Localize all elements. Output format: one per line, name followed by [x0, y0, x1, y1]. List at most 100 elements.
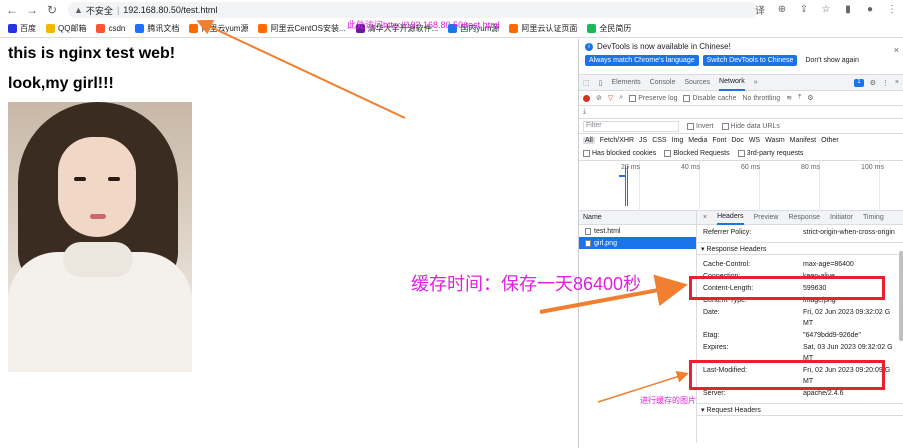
search-icon[interactable]: ⌕ — [619, 94, 623, 102]
tab-console[interactable]: Console — [650, 79, 676, 86]
bookmark-item[interactable]: 阿里云yum源 — [189, 23, 248, 34]
tab-initiator[interactable]: Initiator — [830, 214, 853, 221]
filter-icon[interactable]: ▽ — [608, 94, 613, 102]
url-input[interactable]: ▲ 不安全 | 192.168.80.50/test.html — [68, 2, 758, 18]
header-value: Fri, 02 Jun 2023 09:32:02 GMT — [803, 309, 891, 327]
request-headers-section[interactable]: ▾ Request Headers — [697, 403, 903, 416]
request-list: Name test.html girl.png — [579, 211, 697, 443]
type-filter-all[interactable]: All — [583, 137, 595, 144]
bookmark-favicon-icon — [96, 24, 106, 33]
girl-photo — [8, 102, 192, 372]
bookmark-favicon-icon — [509, 24, 519, 33]
download-icon[interactable]: ⤓ — [583, 108, 586, 116]
record-icon[interactable] — [583, 94, 590, 102]
type-filter-media[interactable]: Media — [688, 137, 707, 144]
bookmark-item[interactable]: 全民简历 — [587, 23, 631, 34]
network-settings-icon[interactable]: ⚙ — [807, 94, 813, 102]
toolbar-icons: 译 ⊕ ⇪ ☆ ▮ ● ⋮ — [753, 2, 899, 17]
scrollbar[interactable] — [899, 251, 903, 341]
network-toolbar-row2: ⤓ — [579, 106, 903, 119]
expires-highlight — [689, 360, 885, 390]
message-count-badge[interactable]: 1 — [854, 78, 864, 87]
close-detail-icon[interactable]: × — [703, 214, 707, 221]
dont-show-button[interactable]: Don't show again — [801, 55, 862, 66]
hide-data-urls-checkbox[interactable]: Hide data URLs — [721, 122, 780, 130]
preserve-log-checkbox[interactable]: Preserve log — [629, 94, 677, 102]
blocked-requests-checkbox[interactable]: Blocked Requests — [664, 150, 730, 157]
type-filter-js[interactable]: JS — [639, 137, 647, 144]
menu-icon[interactable]: ⋮ — [885, 2, 899, 16]
name-column-header[interactable]: Name — [579, 211, 696, 225]
response-headers-section[interactable]: ▾ Response Headers — [697, 242, 903, 255]
translate-icon[interactable]: 译 — [753, 2, 767, 17]
bookmark-favicon-icon — [46, 24, 55, 33]
forward-icon[interactable]: → — [24, 2, 40, 18]
tab-response[interactable]: Response — [788, 214, 820, 221]
wifi-icon[interactable]: ≋ — [786, 94, 792, 102]
timeline-tick: 60 ms — [741, 164, 761, 171]
timeline-tick: 100 ms — [861, 164, 884, 171]
zoom-icon[interactable]: ⊕ — [775, 2, 789, 16]
bookmark-label: 阿里云CentOS安装... — [270, 24, 346, 33]
type-filter-font[interactable]: Font — [712, 137, 726, 144]
kebab-menu-icon[interactable]: ⋮ — [882, 79, 889, 87]
address-bar: ← → ↻ ▲ 不安全 | 192.168.80.50/test.html 译 … — [0, 0, 903, 20]
device-icon[interactable]: ▯ — [599, 79, 603, 87]
header-value: max-age=86400 — [803, 261, 854, 268]
share-icon[interactable]: ⇪ — [797, 2, 811, 16]
type-filter-doc[interactable]: Doc — [731, 137, 743, 144]
tab-preview[interactable]: Preview — [754, 214, 779, 221]
filter-input[interactable]: Filter — [583, 120, 679, 132]
profile-icon[interactable]: ● — [863, 2, 877, 16]
clear-icon[interactable]: ⊘ — [596, 94, 602, 102]
url-text: 192.168.80.50/test.html — [123, 5, 218, 15]
more-tabs-icon[interactable]: » — [754, 79, 758, 86]
inspect-icon[interactable]: ⬚ — [583, 79, 590, 87]
bookmark-item[interactable]: csdn — [96, 24, 125, 33]
type-filter-fetchxhr[interactable]: Fetch/XHR — [600, 137, 634, 144]
tab-headers[interactable]: Headers — [717, 211, 744, 225]
request-row[interactable]: test.html — [579, 225, 696, 237]
network-timeline[interactable]: 20 ms 40 ms 60 ms 80 ms 100 ms — [579, 161, 903, 211]
invert-checkbox[interactable]: Invert — [687, 122, 714, 130]
header-key: Etag: — [703, 332, 720, 339]
tab-elements[interactable]: Elements — [611, 79, 640, 86]
request-row-selected[interactable]: girl.png — [579, 237, 696, 249]
type-filter-img[interactable]: Img — [672, 137, 684, 144]
bookmark-label: 百度 — [20, 24, 36, 33]
tab-sources[interactable]: Sources — [684, 79, 710, 86]
bookmark-favicon-icon — [135, 24, 145, 33]
match-language-button[interactable]: Always match Chrome's language — [585, 55, 699, 66]
gear-icon[interactable]: ⚙ — [870, 79, 876, 87]
security-label: 不安全 — [85, 5, 113, 16]
bookmark-item[interactable]: 百度 — [8, 23, 36, 34]
bookmark-item[interactable]: 腾讯文档 — [135, 23, 179, 34]
upload-icon[interactable]: ⤒ — [798, 94, 801, 102]
sidepanel-icon[interactable]: ▮ — [841, 2, 855, 16]
info-icon: i — [585, 42, 593, 51]
throttle-select[interactable]: No throttling — [742, 95, 780, 102]
type-filter-other[interactable]: Other — [821, 137, 839, 144]
tab-network[interactable]: Network — [719, 75, 745, 91]
bookmark-star-icon[interactable]: ☆ — [819, 2, 833, 16]
type-filter-css[interactable]: CSS — [652, 137, 666, 144]
reload-icon[interactable]: ↻ — [44, 2, 60, 18]
third-party-checkbox[interactable]: 3rd-party requests — [737, 150, 803, 157]
image-annotation: 进行缓存的图片 — [640, 396, 696, 405]
timeline-tick: 80 ms — [801, 164, 821, 171]
switch-chinese-button[interactable]: Switch DevTools to Chinese — [702, 55, 798, 66]
type-filter-wasm[interactable]: Wasm — [765, 137, 785, 144]
type-filter-manifest[interactable]: Manifest — [790, 137, 816, 144]
tab-timing[interactable]: Timing — [863, 214, 884, 221]
bookmark-item[interactable]: 阿里云CentOS安装... — [258, 23, 346, 34]
back-icon[interactable]: ← — [4, 2, 20, 18]
warning-icon: ▲ — [74, 5, 83, 15]
bookmark-item[interactable]: QQ邮箱 — [46, 23, 86, 34]
type-filter-ws[interactable]: WS — [749, 137, 760, 144]
bookmark-item[interactable]: 阿里云认证页面 — [509, 23, 577, 34]
blocked-cookies-checkbox[interactable]: Has blocked cookies — [583, 150, 656, 157]
close-devtools-icon[interactable]: × — [895, 79, 899, 87]
timeline-tick: 20 ms — [621, 164, 641, 171]
disable-cache-checkbox[interactable]: Disable cache — [683, 94, 736, 102]
close-icon[interactable]: × — [894, 45, 899, 55]
